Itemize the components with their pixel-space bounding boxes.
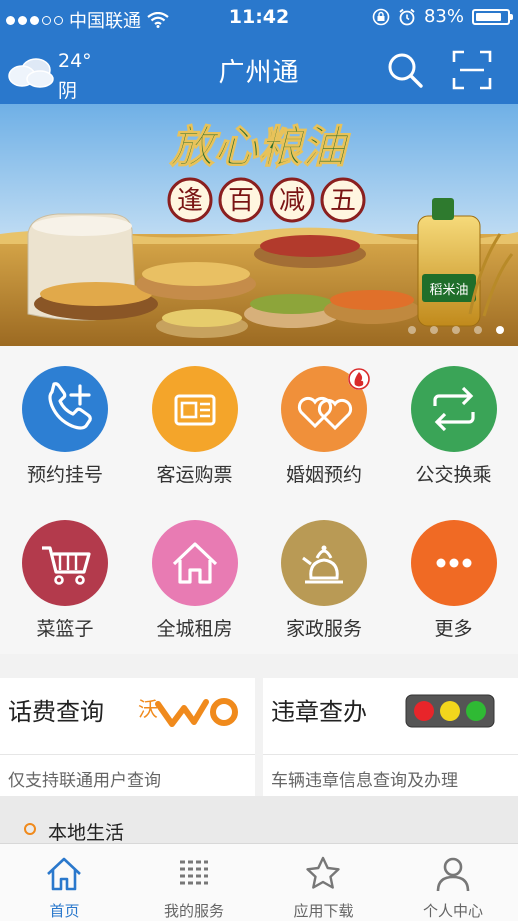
phone-fee-title: 话费查询	[8, 692, 104, 727]
svg-text:逢: 逢	[177, 186, 203, 216]
app-title: 广州通	[0, 52, 518, 89]
banner-pagination[interactable]	[408, 326, 504, 334]
tab-label: 个人中心	[389, 900, 518, 921]
local-life-section: 本地生活	[0, 796, 518, 844]
tab-star[interactable]: 应用下载	[259, 844, 388, 921]
service-label: 更多	[389, 614, 518, 641]
service-label: 公交换乘	[389, 460, 518, 487]
service-item[interactable]: 菜篮子	[0, 500, 130, 650]
service-item[interactable]: 更多	[389, 500, 518, 650]
service-item[interactable]: 婚姻预约	[259, 346, 389, 496]
hot-badge-icon	[348, 368, 370, 390]
violation-title: 违章查办	[271, 692, 367, 727]
nav-bar: 24° 阴 广州通	[0, 38, 518, 104]
scan-icon[interactable]	[450, 48, 494, 92]
svg-text:五: 五	[330, 186, 356, 216]
service-item[interactable]: 全城租房	[130, 500, 260, 650]
tab-person[interactable]: 个人中心	[389, 844, 518, 921]
service-item[interactable]: 公交换乘	[389, 346, 518, 496]
violation-subtitle: 车辆违章信息查询及办理	[271, 766, 458, 791]
top-bar: 中国联通 11:42 83%	[0, 0, 518, 104]
banner-char-badge: 五	[322, 179, 364, 221]
banner-char-badge: 逢	[169, 179, 211, 221]
status-bar: 中国联通 11:42 83%	[0, 0, 518, 36]
tab-label: 应用下载	[259, 900, 388, 921]
search-icon[interactable]	[385, 50, 425, 90]
svg-text:百: 百	[228, 186, 254, 216]
phone-fee-card[interactable]: 话费查询 沃 仅支持联通用户查询	[0, 678, 255, 796]
kettle-icon	[281, 520, 367, 606]
svg-text:减: 减	[279, 186, 305, 216]
svg-text:沃: 沃	[138, 697, 158, 721]
tab-list[interactable]: 我的服务	[130, 844, 259, 921]
banner-page-dot[interactable]	[408, 326, 416, 334]
banner-page-dot[interactable]	[430, 326, 438, 334]
service-item[interactable]: 家政服务	[259, 500, 389, 650]
unicom-wo-logo: 沃	[136, 692, 246, 732]
battery-icon	[472, 9, 510, 25]
promo-banner[interactable]: 稻米油 放心粮油 逢百减五	[0, 104, 518, 346]
traffic-light-icon	[405, 694, 495, 728]
tab-home[interactable]: 首页	[0, 844, 129, 921]
phone-plus-icon	[22, 366, 108, 452]
card-divider	[0, 754, 255, 755]
tab-label: 首页	[0, 900, 129, 921]
section-title: 本地生活	[48, 818, 124, 845]
service-item[interactable]: 预约挂号	[0, 346, 130, 496]
transfer-icon	[411, 366, 497, 452]
banner-char-badge: 减	[271, 179, 313, 221]
house-icon	[152, 520, 238, 606]
service-label: 全城租房	[130, 614, 260, 641]
phone-fee-subtitle: 仅支持联通用户查询	[8, 766, 161, 791]
banner-badges: 逢百减五	[0, 104, 518, 346]
section-marker-icon	[24, 823, 36, 835]
service-label: 预约挂号	[0, 460, 130, 487]
alarm-icon	[398, 8, 416, 26]
cart-icon	[22, 520, 108, 606]
more-icon	[411, 520, 497, 606]
card-divider	[263, 754, 518, 755]
ticket-icon	[152, 366, 238, 452]
banner-page-dot[interactable]	[496, 326, 504, 334]
tab-label: 我的服务	[130, 900, 259, 921]
service-label: 菜篮子	[0, 614, 130, 641]
banner-page-dot[interactable]	[474, 326, 482, 334]
service-label: 家政服务	[259, 614, 389, 641]
violation-card[interactable]: 违章查办 车辆违章信息查询及办理	[263, 678, 518, 796]
service-label: 婚姻预约	[259, 460, 389, 487]
banner-char-badge: 百	[220, 179, 262, 221]
service-item[interactable]: 客运购票	[130, 346, 260, 496]
rotation-lock-icon	[372, 8, 390, 26]
battery-percent: 83%	[424, 6, 464, 27]
service-grid: 预约挂号客运购票婚姻预约公交换乘菜篮子全城租房家政服务更多	[0, 346, 518, 654]
tab-bar: 首页我的服务应用下载个人中心	[0, 843, 518, 921]
banner-page-dot[interactable]	[452, 326, 460, 334]
service-label: 客运购票	[130, 460, 260, 487]
